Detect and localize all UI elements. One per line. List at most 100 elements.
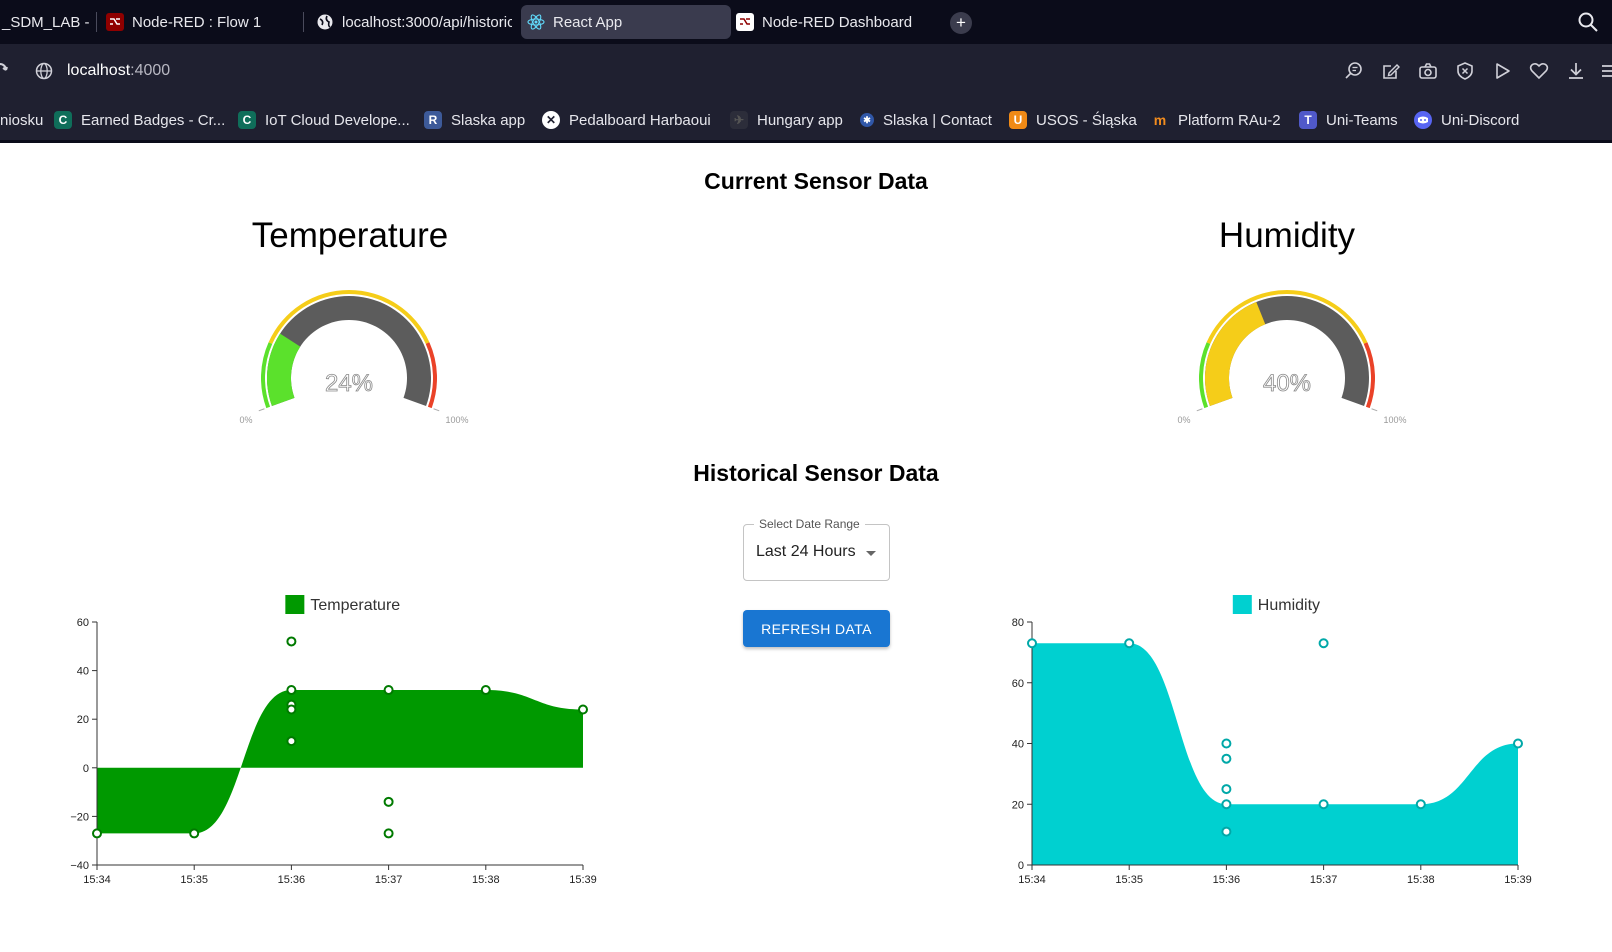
bookmark-uni-discord[interactable]: Uni-Discord bbox=[1414, 109, 1519, 131]
bookmark-label: IoT Cloud Develope... bbox=[265, 111, 410, 129]
plane-icon: ✈ bbox=[730, 111, 748, 129]
bookmark-pedalboard[interactable]: ✕ Pedalboard Harbaoui bbox=[542, 109, 711, 131]
x-tick-label: 15:36 bbox=[278, 874, 306, 886]
gauge-max-label: 100% bbox=[445, 415, 468, 425]
bookmark-label: Pedalboard Harbaoui bbox=[569, 111, 711, 129]
bookmark-usos[interactable]: U USOS - Śląska bbox=[1009, 109, 1137, 131]
gauge-fill bbox=[1205, 301, 1266, 407]
emblem-icon: ✱ bbox=[860, 113, 874, 127]
shield-icon[interactable] bbox=[1455, 61, 1475, 81]
data-point[interactable] bbox=[480, 685, 491, 696]
credly-icon: C bbox=[238, 111, 256, 129]
bookmark-niosku[interactable]: niosku bbox=[0, 109, 43, 131]
react-icon bbox=[527, 13, 545, 31]
gauge-max-label: 100% bbox=[1383, 415, 1406, 425]
refresh-data-button[interactable]: REFRESH DATA bbox=[743, 610, 890, 647]
find-icon[interactable] bbox=[1344, 61, 1364, 81]
data-point[interactable] bbox=[1124, 638, 1135, 649]
y-tick-label: 60 bbox=[77, 617, 89, 629]
y-tick-label: 60 bbox=[1012, 678, 1024, 690]
date-range-value: Last 24 Hours bbox=[756, 543, 856, 560]
x-tick-label: 15:39 bbox=[1504, 874, 1532, 886]
y-tick-label: 0 bbox=[83, 763, 89, 775]
browser-tab-bar: _SDM_LAB - V Node-RED : Flow 1 localhost… bbox=[0, 0, 1612, 44]
node-red-icon bbox=[736, 13, 754, 31]
historical-sensor-heading: Historical Sensor Data bbox=[693, 460, 939, 486]
tab-api-historic[interactable]: localhost:3000/api/historic bbox=[310, 5, 512, 39]
chart-legend[interactable]: Humidity bbox=[1232, 595, 1320, 614]
bookmark-earned-badges[interactable]: C Earned Badges - Cr... bbox=[54, 109, 225, 131]
y-tick-label: 40 bbox=[1012, 739, 1024, 751]
data-point[interactable] bbox=[383, 796, 394, 807]
data-point[interactable] bbox=[189, 828, 200, 839]
u-icon: U bbox=[1009, 111, 1027, 129]
temperature-gauge-title: Temperature bbox=[251, 216, 449, 255]
data-point[interactable] bbox=[383, 685, 394, 696]
bookmark-iot-cloud[interactable]: C IoT Cloud Develope... bbox=[238, 109, 410, 131]
bookmark-label: USOS - Śląska bbox=[1036, 111, 1137, 129]
tab-sdm-lab[interactable]: _SDM_LAB - V bbox=[0, 5, 92, 39]
data-point[interactable] bbox=[1318, 799, 1329, 810]
tab-node-red-flow[interactable]: Node-RED : Flow 1 bbox=[100, 5, 300, 39]
search-icon[interactable] bbox=[1577, 11, 1599, 33]
data-point[interactable] bbox=[578, 704, 588, 715]
bookmark-label: Slaska app bbox=[451, 111, 526, 129]
edit-icon[interactable] bbox=[1381, 61, 1401, 81]
gauge-min-label: 0% bbox=[239, 415, 252, 425]
url-field[interactable]: localhost:4000 bbox=[67, 62, 170, 80]
y-tick-label: 20 bbox=[1012, 799, 1024, 811]
data-point[interactable] bbox=[286, 704, 297, 715]
temperature-gauge-value: 24% bbox=[325, 370, 373, 397]
data-point[interactable] bbox=[286, 636, 297, 647]
data-point[interactable] bbox=[1221, 738, 1232, 749]
data-point[interactable] bbox=[1221, 826, 1232, 837]
date-range-label: Select Date Range bbox=[754, 517, 865, 531]
heart-icon[interactable] bbox=[1529, 61, 1549, 81]
site-info-icon[interactable] bbox=[35, 62, 53, 80]
y-tick-label: 40 bbox=[77, 666, 89, 678]
tab-label: _SDM_LAB - V bbox=[2, 13, 92, 31]
x-tick-label: 15:34 bbox=[83, 874, 111, 886]
tab-react-app[interactable]: React App bbox=[521, 5, 731, 39]
humidity-history-chart: Humidity 0 20 40 60 80 15:34 15:35 15:36 15:37 15:… bbox=[1012, 595, 1532, 886]
bookmark-platform-rau[interactable]: m Platform RAu-2 bbox=[1151, 109, 1281, 131]
camera-icon[interactable] bbox=[1418, 61, 1438, 81]
legend-label: Humidity bbox=[1258, 597, 1320, 614]
data-point[interactable] bbox=[1318, 638, 1329, 649]
humidity-gauge: 40% 0% 100% bbox=[1177, 290, 1407, 425]
data-point[interactable] bbox=[286, 685, 297, 696]
bookmark-slaska-contact[interactable]: ✱ Slaska | Contact bbox=[860, 109, 992, 131]
data-point[interactable] bbox=[1221, 799, 1232, 810]
reload-icon[interactable] bbox=[0, 60, 8, 85]
tab-node-red-dashboard[interactable]: Node-RED Dashboard bbox=[730, 5, 935, 39]
y-tick-label: 80 bbox=[1012, 617, 1024, 629]
bookmark-label: Platform RAu-2 bbox=[1178, 111, 1281, 129]
bookmark-slaska-app[interactable]: R Slaska app bbox=[424, 109, 525, 131]
data-point[interactable] bbox=[383, 828, 394, 839]
x-tick-label: 15:37 bbox=[375, 874, 403, 886]
download-icon[interactable] bbox=[1566, 61, 1586, 81]
address-bar: localhost:4000 bbox=[0, 44, 1612, 98]
data-point[interactable] bbox=[1027, 638, 1037, 649]
data-point[interactable] bbox=[1415, 799, 1426, 810]
data-point[interactable] bbox=[286, 736, 297, 747]
bookmark-uni-teams[interactable]: T Uni-Teams bbox=[1299, 109, 1398, 131]
new-tab-button[interactable]: + bbox=[950, 12, 972, 34]
bookmark-label: Hungary app bbox=[757, 111, 843, 129]
play-icon[interactable] bbox=[1492, 61, 1512, 81]
dropdown-caret-icon[interactable] bbox=[866, 551, 876, 556]
chart-legend[interactable]: Temperature bbox=[285, 595, 400, 614]
data-point[interactable] bbox=[1513, 738, 1523, 749]
bookmark-label: Earned Badges - Cr... bbox=[81, 111, 226, 129]
data-point[interactable] bbox=[92, 828, 102, 839]
tab-label: React App bbox=[553, 13, 623, 31]
menu-icon[interactable] bbox=[1600, 61, 1612, 81]
x-tick-label: 15:39 bbox=[569, 874, 597, 886]
data-point[interactable] bbox=[1221, 784, 1232, 795]
x-circle-icon: ✕ bbox=[542, 111, 560, 129]
url-port: :4000 bbox=[130, 62, 171, 79]
bookmark-label: Uni-Discord bbox=[1441, 111, 1520, 129]
bookmark-hungary-app[interactable]: ✈ Hungary app bbox=[730, 109, 843, 131]
data-point[interactable] bbox=[1221, 753, 1232, 764]
gauge-min-label: 0% bbox=[1177, 415, 1190, 425]
